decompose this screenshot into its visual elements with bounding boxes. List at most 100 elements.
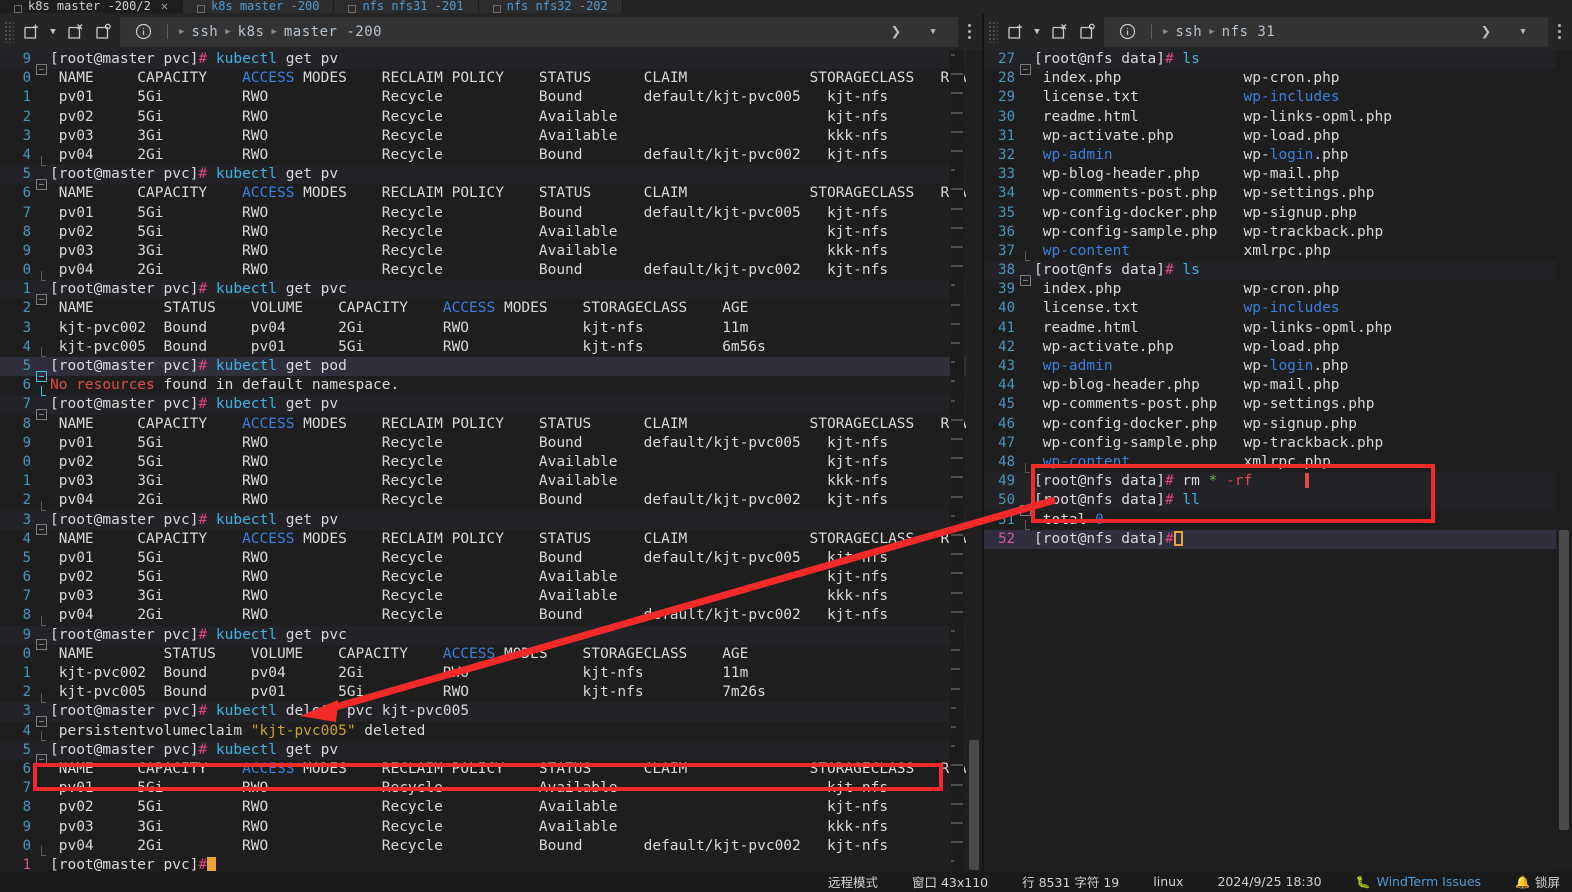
right-terminal-output[interactable]: 27 [root@nfs data]# ls 28 index.php wp-cro… — [984, 50, 1572, 871]
left-minimap[interactable] — [950, 50, 964, 871]
chevron-down-icon[interactable]: ▼ — [1030, 19, 1044, 45]
terminal-line[interactable]: 48 wp-content xmlrpc.php — [984, 453, 1572, 473]
breadcrumb-item-2[interactable]: master -200 — [284, 24, 382, 40]
close-tab-icon[interactable] — [1046, 19, 1072, 45]
terminal-line[interactable]: 7 pv03 3Gi RWO Recycle Available kkk-nfs… — [0, 587, 982, 606]
tab-0[interactable]: k8s master -200/2 ✕ — [0, 0, 184, 13]
terminal-line[interactable]: 6 No resources found in default namespace… — [0, 376, 982, 396]
terminal-line[interactable]: 3 pv03 3Gi RWO Recycle Available kkk-nfs… — [0, 127, 982, 146]
terminal-line[interactable]: 27 [root@nfs data]# ls — [984, 50, 1572, 75]
chevron-down-icon[interactable]: ▾ — [1508, 17, 1538, 47]
terminal-line[interactable]: 5 [root@master pvc]# kubectl get pv — [0, 165, 982, 190]
terminal-line[interactable]: 38 [root@nfs data]# ls — [984, 261, 1572, 286]
right-breadcrumb-bar[interactable]: ▶ ssh ▶ nfs 31 ❯ ▾ — [1104, 16, 1548, 47]
status-lock-label[interactable]: 锁屏 — [1535, 872, 1560, 891]
terminal-line[interactable]: 4 persistentvolumeclaim "kjt-pvc005" del… — [0, 722, 982, 742]
new-tab-icon[interactable] — [18, 19, 44, 45]
toolbar-gripper[interactable] — [4, 20, 14, 43]
terminal-line[interactable]: 5 [root@master pvc]# kubectl get pv — [0, 740, 982, 766]
terminal-line[interactable]: 50 [root@nfs data]# ll — [984, 491, 1572, 516]
tab-3[interactable]: nfs nfs32 -202 — [478, 0, 623, 13]
terminal-line[interactable]: 47 wp-config-sample.php wp-trackback.php — [984, 434, 1572, 453]
left-breadcrumb-bar[interactable]: ▶ ssh ▶ k8s ▶ master -200 ❯ ▾ — [120, 16, 958, 47]
terminal-line[interactable]: 46 wp-config-docker.php wp-signup.php — [984, 415, 1572, 434]
breadcrumb-item-1[interactable]: nfs 31 — [1222, 24, 1276, 40]
terminal-line[interactable]: 3 kjt-pvc002 Bound pv04 2Gi RWO kjt-nfs … — [0, 319, 982, 338]
restore-tab-icon[interactable] — [1074, 19, 1100, 45]
terminal-line[interactable]: 8 pv02 5Gi RWO Recycle Available kjt-nfs… — [0, 223, 982, 242]
tab-strip[interactable]: k8s master -200/2 ✕ k8s master -200 nfs nfs… — [0, 0, 1572, 13]
terminal-line[interactable]: 6 NAME CAPACITY ACCESS MODES RECLAIM POL… — [0, 184, 982, 203]
terminal-line[interactable]: 30 readme.html wp-links-opml.php — [984, 108, 1572, 127]
terminal-line[interactable]: 42 wp-activate.php wp-load.php — [984, 338, 1572, 357]
terminal-line[interactable]: 1 [root@master pvc]# — [0, 856, 982, 871]
terminal-line[interactable]: 1 pv01 5Gi RWO Recycle Bound default/kjt… — [0, 88, 982, 107]
terminal-line[interactable]: 9 pv01 5Gi RWO Recycle Bound default/kjt… — [0, 434, 982, 453]
terminal-line[interactable]: 49 [root@nfs data]# rm * -rf — [984, 472, 1572, 492]
terminal-line[interactable]: 52 [root@nfs data]# — [984, 529, 1572, 549]
terminal-line[interactable]: 0 NAME STATUS VOLUME CAPACITY ACCESS MOD… — [0, 645, 982, 664]
terminal-line[interactable]: 2 pv04 2Gi RWO Recycle Bound default/kjt… — [0, 491, 982, 511]
terminal-line[interactable]: 33 wp-blog-header.php wp-mail.php — [984, 165, 1572, 184]
chevron-right-icon[interactable]: ❯ — [881, 17, 911, 47]
terminal-line[interactable]: 3 [root@master pvc]# kubectl get pv — [0, 510, 982, 536]
terminal-line[interactable]: 3 [root@master pvc]# kubectl delete pvc k… — [0, 702, 982, 727]
info-icon[interactable] — [1114, 19, 1140, 45]
terminal-line[interactable]: 29 license.txt wp-includes — [984, 88, 1572, 107]
terminal-line[interactable]: 9 pv03 3Gi RWO Recycle Available kkk-nfs… — [0, 818, 982, 837]
terminal-line[interactable]: 1 [root@master pvc]# kubectl get pvc — [0, 280, 982, 305]
terminal-line[interactable]: 2 pv02 5Gi RWO Recycle Available kjt-nfs… — [0, 108, 982, 127]
terminal-line[interactable]: 4 NAME CAPACITY ACCESS MODES RECLAIM POL… — [0, 530, 982, 549]
terminal-line[interactable]: 8 NAME CAPACITY ACCESS MODES RECLAIM POL… — [0, 415, 982, 434]
right-scrollbar-thumb[interactable] — [1559, 530, 1569, 830]
terminal-line[interactable]: 0 pv04 2Gi RWO Recycle Bound default/kjt… — [0, 837, 982, 857]
terminal-line[interactable]: 31 wp-activate.php wp-load.php — [984, 127, 1572, 146]
breadcrumb-item-0[interactable]: ssh — [1175, 24, 1202, 40]
status-issues-link[interactable]: WindTerm Issues — [1377, 874, 1482, 889]
close-icon[interactable]: ✕ — [161, 0, 168, 13]
terminal-line[interactable]: 51 total 0 — [984, 511, 1572, 531]
terminal-line[interactable]: 9 pv03 3Gi RWO Recycle Available kkk-nfs… — [0, 242, 982, 261]
breadcrumb-item-0[interactable]: ssh — [191, 24, 218, 40]
info-icon[interactable] — [130, 19, 156, 45]
terminal-line[interactable]: 4 pv04 2Gi RWO Recycle Bound default/kjt… — [0, 146, 982, 166]
terminal-line[interactable]: 0 pv04 2Gi RWO Recycle Bound default/kjt… — [0, 261, 982, 281]
chevron-down-icon[interactable]: ▾ — [918, 17, 948, 47]
left-scrollbar-thumb[interactable] — [969, 740, 979, 870]
chevron-down-icon[interactable]: ▼ — [46, 19, 60, 45]
terminal-line[interactable]: 9 [root@master pvc]# kubectl get pv — [0, 50, 982, 75]
terminal-line[interactable]: 8 pv04 2Gi RWO Recycle Bound default/kjt… — [0, 606, 982, 627]
terminal-line[interactable]: 1 kjt-pvc002 Bound pv04 2Gi RWO kjt-nfs … — [0, 664, 982, 683]
terminal-line[interactable]: 7 [root@master pvc]# kubectl get pv — [0, 395, 982, 420]
right-scrollbar[interactable] — [1556, 50, 1572, 871]
terminal-line[interactable]: 7 pv01 5Gi RWO Recycle Available kjt-nfs… — [0, 779, 982, 798]
terminal-line[interactable]: 9 [root@master pvc]# kubectl get pvc — [0, 625, 982, 651]
terminal-line[interactable]: 36 wp-config-sample.php wp-trackback.php — [984, 223, 1572, 242]
terminal-line[interactable]: 4 kjt-pvc005 Bound pv01 5Gi RWO kjt-nfs … — [0, 338, 982, 358]
terminal-line[interactable]: 8 pv02 5Gi RWO Recycle Available kjt-nfs… — [0, 798, 982, 817]
close-tab-icon[interactable] — [62, 19, 88, 45]
chevron-right-icon[interactable]: ❯ — [1471, 17, 1501, 47]
terminal-line[interactable]: 7 pv01 5Gi RWO Recycle Bound default/kjt… — [0, 204, 982, 223]
terminal-line[interactable]: 5 pv01 5Gi RWO Recycle Bound default/kjt… — [0, 549, 982, 568]
terminal-line[interactable]: 6 pv02 5Gi RWO Recycle Available kjt-nfs… — [0, 568, 982, 587]
kebab-menu-icon[interactable] — [1548, 17, 1570, 47]
terminal-line[interactable]: 43 wp-admin wp-login.php — [984, 357, 1572, 376]
terminal-line[interactable]: 34 wp-comments-post.php wp-settings.php — [984, 184, 1572, 203]
new-tab-icon[interactable] — [1002, 19, 1028, 45]
terminal-line[interactable]: 1 pv03 3Gi RWO Recycle Available kkk-nfs… — [0, 472, 982, 491]
left-terminal-output[interactable]: 9 [root@master pvc]# kubectl get pv 0 NAME… — [0, 50, 982, 871]
toolbar-gripper[interactable] — [988, 20, 998, 43]
terminal-line[interactable]: 6 NAME CAPACITY ACCESS MODES RECLAIM POL… — [0, 760, 982, 779]
terminal-line[interactable]: 32 wp-admin wp-login.php — [984, 146, 1572, 165]
restore-tab-icon[interactable] — [90, 19, 116, 45]
terminal-line[interactable]: 41 readme.html wp-links-opml.php — [984, 319, 1572, 338]
tab-1[interactable]: k8s master -200 — [183, 0, 335, 13]
terminal-line[interactable]: 2 kjt-pvc005 Bound pv01 5Gi RWO kjt-nfs … — [0, 683, 982, 703]
terminal-line[interactable]: 44 wp-blog-header.php wp-mail.php — [984, 376, 1572, 395]
terminal-line[interactable]: 0 NAME CAPACITY ACCESS MODES RECLAIM POL… — [0, 69, 982, 88]
terminal-line[interactable]: 0 pv02 5Gi RWO Recycle Available kjt-nfs… — [0, 453, 982, 472]
kebab-menu-icon[interactable] — [958, 17, 980, 47]
left-scrollbar[interactable] — [966, 50, 982, 871]
terminal-line[interactable]: 39 index.php wp-cron.php — [984, 280, 1572, 299]
